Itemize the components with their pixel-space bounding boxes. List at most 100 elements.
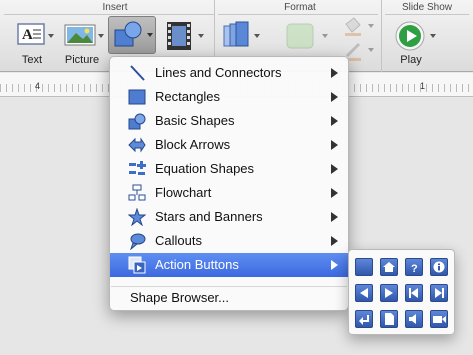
menu-item-label: Flowchart xyxy=(155,185,212,200)
shape-button[interactable] xyxy=(108,16,156,54)
chevron-down-icon xyxy=(48,34,54,38)
action-buttons-submenu: ? xyxy=(348,249,455,335)
chevron-down-icon xyxy=(98,34,104,38)
ruler-mark: 4 xyxy=(35,81,41,91)
menu-item-label: Callouts xyxy=(155,233,202,248)
picture-icon xyxy=(64,24,96,46)
end-icon xyxy=(435,288,444,298)
menu-item-label: Equation Shapes xyxy=(155,161,255,176)
menu-item-callouts[interactable]: Callouts xyxy=(110,229,348,253)
action-button-blank[interactable] xyxy=(355,258,373,276)
action-button-end[interactable] xyxy=(430,284,448,302)
action-button-forward[interactable] xyxy=(380,284,398,302)
menu-item-basic-shapes[interactable]: Basic Shapes xyxy=(110,109,348,133)
shape-browser-item[interactable]: Shape Browser... xyxy=(110,286,348,310)
insert-group-title: Insert xyxy=(102,2,128,13)
star-icon xyxy=(128,208,146,226)
menu-item-block-arrows[interactable]: Block Arrows xyxy=(110,133,348,157)
play-button[interactable]: Play xyxy=(392,18,450,68)
action-button-return[interactable] xyxy=(355,310,373,328)
action-button-sound[interactable] xyxy=(405,310,423,328)
text-button[interactable]: A Text xyxy=(10,20,54,68)
play-icon xyxy=(395,21,425,51)
action-button-movie[interactable] xyxy=(430,310,448,328)
slideshow-group-title: Slide Show xyxy=(401,2,453,13)
group-divider xyxy=(4,14,214,15)
quick-styles-icon xyxy=(286,23,314,49)
help-icon: ? xyxy=(411,263,418,275)
menu-item-label: Action Buttons xyxy=(155,257,239,272)
play-button-label: Play xyxy=(400,54,422,66)
movie-icon xyxy=(167,22,191,50)
back-icon xyxy=(360,288,368,298)
action-button-information[interactable] xyxy=(430,258,448,276)
home-icon xyxy=(383,262,395,272)
shape-menu: Lines and Connectors Rectangles Basic Sh… xyxy=(109,56,349,311)
action-button-document[interactable] xyxy=(380,310,398,328)
line-icon xyxy=(130,65,145,81)
picture-button[interactable]: Picture xyxy=(60,20,106,68)
chevron-down-icon xyxy=(368,48,374,52)
picture-button-label: Picture xyxy=(64,54,100,66)
sound-icon xyxy=(409,314,416,324)
quick-styles-button[interactable] xyxy=(282,18,330,56)
chevron-right-icon xyxy=(331,260,338,270)
action-button-back[interactable] xyxy=(355,284,373,302)
chevron-right-icon xyxy=(331,212,338,222)
menu-item-flowchart[interactable]: Flowchart xyxy=(110,181,348,205)
menu-item-stars-and-banners[interactable]: Stars and Banners xyxy=(110,205,348,229)
action-button-help[interactable]: ? xyxy=(405,258,423,276)
group-separator xyxy=(381,0,382,72)
svg-text:?: ? xyxy=(411,263,418,275)
shape-browser-label: Shape Browser... xyxy=(130,290,229,305)
chevron-right-icon xyxy=(331,164,338,174)
action-button-beginning[interactable] xyxy=(405,284,423,302)
basic-shapes-icon xyxy=(128,113,146,130)
shape-icon xyxy=(114,21,142,47)
chevron-right-icon xyxy=(331,236,338,246)
block-arrows-icon xyxy=(128,137,146,153)
group-divider xyxy=(385,14,469,15)
menu-item-label: Stars and Banners xyxy=(155,209,263,224)
fill-color-button[interactable] xyxy=(340,16,376,36)
arrange-icon xyxy=(223,21,249,47)
chevron-down-icon xyxy=(147,33,153,37)
media-button[interactable] xyxy=(162,18,208,56)
text-box-icon: A xyxy=(17,23,45,45)
blank-icon xyxy=(356,259,374,277)
beginning-icon xyxy=(409,288,418,298)
callout-icon xyxy=(130,233,146,250)
chevron-down-icon xyxy=(322,34,328,38)
action-button-home[interactable] xyxy=(380,258,398,276)
rectangle-icon xyxy=(128,89,146,105)
flowchart-icon xyxy=(128,184,146,201)
movie-camera-icon xyxy=(433,316,446,323)
document-icon xyxy=(385,313,394,325)
chevron-right-icon xyxy=(331,140,338,150)
menu-item-label: Block Arrows xyxy=(155,137,231,152)
menu-item-label: Lines and Connectors xyxy=(155,65,282,80)
chevron-down-icon xyxy=(254,34,260,38)
chevron-down-icon xyxy=(368,24,374,28)
menu-item-action-buttons[interactable]: Action Buttons xyxy=(110,253,348,277)
chevron-right-icon xyxy=(331,188,338,198)
action-buttons-icon xyxy=(128,256,146,274)
information-icon xyxy=(433,261,445,273)
paint-bucket-icon xyxy=(345,17,361,36)
chevron-down-icon xyxy=(430,34,436,38)
menu-item-label: Rectangles xyxy=(155,89,221,104)
chevron-right-icon xyxy=(331,116,338,126)
chevron-right-icon xyxy=(331,68,338,78)
menu-item-equation-shapes[interactable]: Equation Shapes xyxy=(110,157,348,181)
forward-icon xyxy=(385,288,393,298)
chevron-right-icon xyxy=(331,92,338,102)
equation-shapes-icon xyxy=(129,161,146,175)
menu-item-label: Basic Shapes xyxy=(155,113,235,128)
svg-text:A: A xyxy=(22,27,33,43)
menu-item-lines-and-connectors[interactable]: Lines and Connectors xyxy=(110,61,348,85)
group-divider xyxy=(218,14,378,15)
text-button-label: Text xyxy=(21,54,43,66)
menu-item-rectangles[interactable]: Rectangles xyxy=(110,85,348,109)
format-group-title: Format xyxy=(284,2,316,13)
arrange-button[interactable] xyxy=(220,18,262,56)
